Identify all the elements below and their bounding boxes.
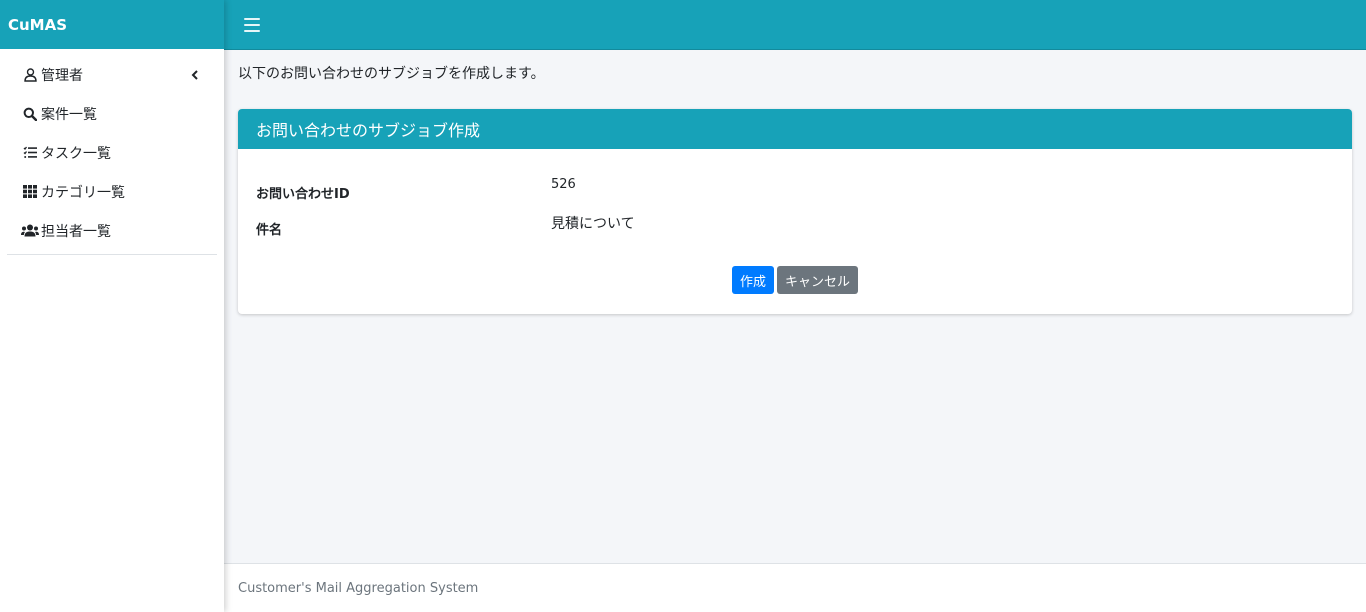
button-group: 作成 キャンセル xyxy=(256,266,1334,294)
topbar xyxy=(224,0,1366,50)
field-row-subject: 件名 見積について xyxy=(256,213,1334,249)
sidebar-item-label: タスク一覧 xyxy=(41,145,111,162)
sidebar-nav: 管理者 案件一覧 タスク一覧 カテゴリ一覧 担当者一覧 xyxy=(0,49,224,250)
create-button[interactable]: 作成 xyxy=(731,266,774,294)
chevron-left-icon xyxy=(189,69,201,81)
search-icon xyxy=(21,106,39,122)
brand-name: CuMAS xyxy=(8,15,68,34)
footer: Customer's Mail Aggregation System xyxy=(224,563,1366,612)
field-value: 526 xyxy=(551,177,576,192)
brand-logo[interactable]: CuMAS xyxy=(0,0,224,49)
sidebar-item-tasks[interactable]: タスク一覧 xyxy=(7,133,217,172)
intro-text: 以下のお問い合わせのサブジョブを作成します。 xyxy=(238,66,545,82)
sidebar: CuMAS 管理者 案件一覧 タスク一覧 カテゴリ一覧 担当者一覧 xyxy=(0,0,224,612)
sidebar-item-cases[interactable]: 案件一覧 xyxy=(7,94,217,133)
hamburger-menu-icon[interactable] xyxy=(244,17,260,32)
list-check-icon xyxy=(21,145,39,161)
sidebar-divider xyxy=(7,254,217,255)
sidebar-item-label: 管理者 xyxy=(41,67,83,84)
sidebar-item-label: 担当者一覧 xyxy=(41,223,111,240)
grid-icon xyxy=(21,184,39,200)
card-body: お問い合わせID 526 件名 見積について 作成 キャンセル xyxy=(238,149,1352,314)
subjob-card: お問い合わせのサブジョブ作成 お問い合わせID 526 件名 見積について 作成… xyxy=(238,109,1352,314)
sidebar-item-label: カテゴリ一覧 xyxy=(41,184,125,201)
sidebar-item-assignees[interactable]: 担当者一覧 xyxy=(7,211,217,250)
field-value: 見積について xyxy=(551,216,635,232)
field-label: お問い合わせID xyxy=(256,187,350,202)
main-content: 以下のお問い合わせのサブジョブを作成します。 お問い合わせのサブジョブ作成 お問… xyxy=(224,50,1366,563)
footer-text: Customer's Mail Aggregation System xyxy=(238,580,479,596)
cancel-button[interactable]: キャンセル xyxy=(777,266,859,294)
sidebar-item-label: 案件一覧 xyxy=(41,106,97,123)
users-icon xyxy=(21,223,39,239)
field-row-inquiry-id: お問い合わせID 526 xyxy=(256,177,1334,213)
card-title-text: お問い合わせのサブジョブ作成 xyxy=(256,121,481,140)
card-title: お問い合わせのサブジョブ作成 xyxy=(238,109,1352,149)
sidebar-item-admin[interactable]: 管理者 xyxy=(7,55,217,94)
field-label: 件名 xyxy=(256,223,283,238)
sidebar-item-categories[interactable]: カテゴリ一覧 xyxy=(7,172,217,211)
user-outline-icon xyxy=(21,67,39,83)
